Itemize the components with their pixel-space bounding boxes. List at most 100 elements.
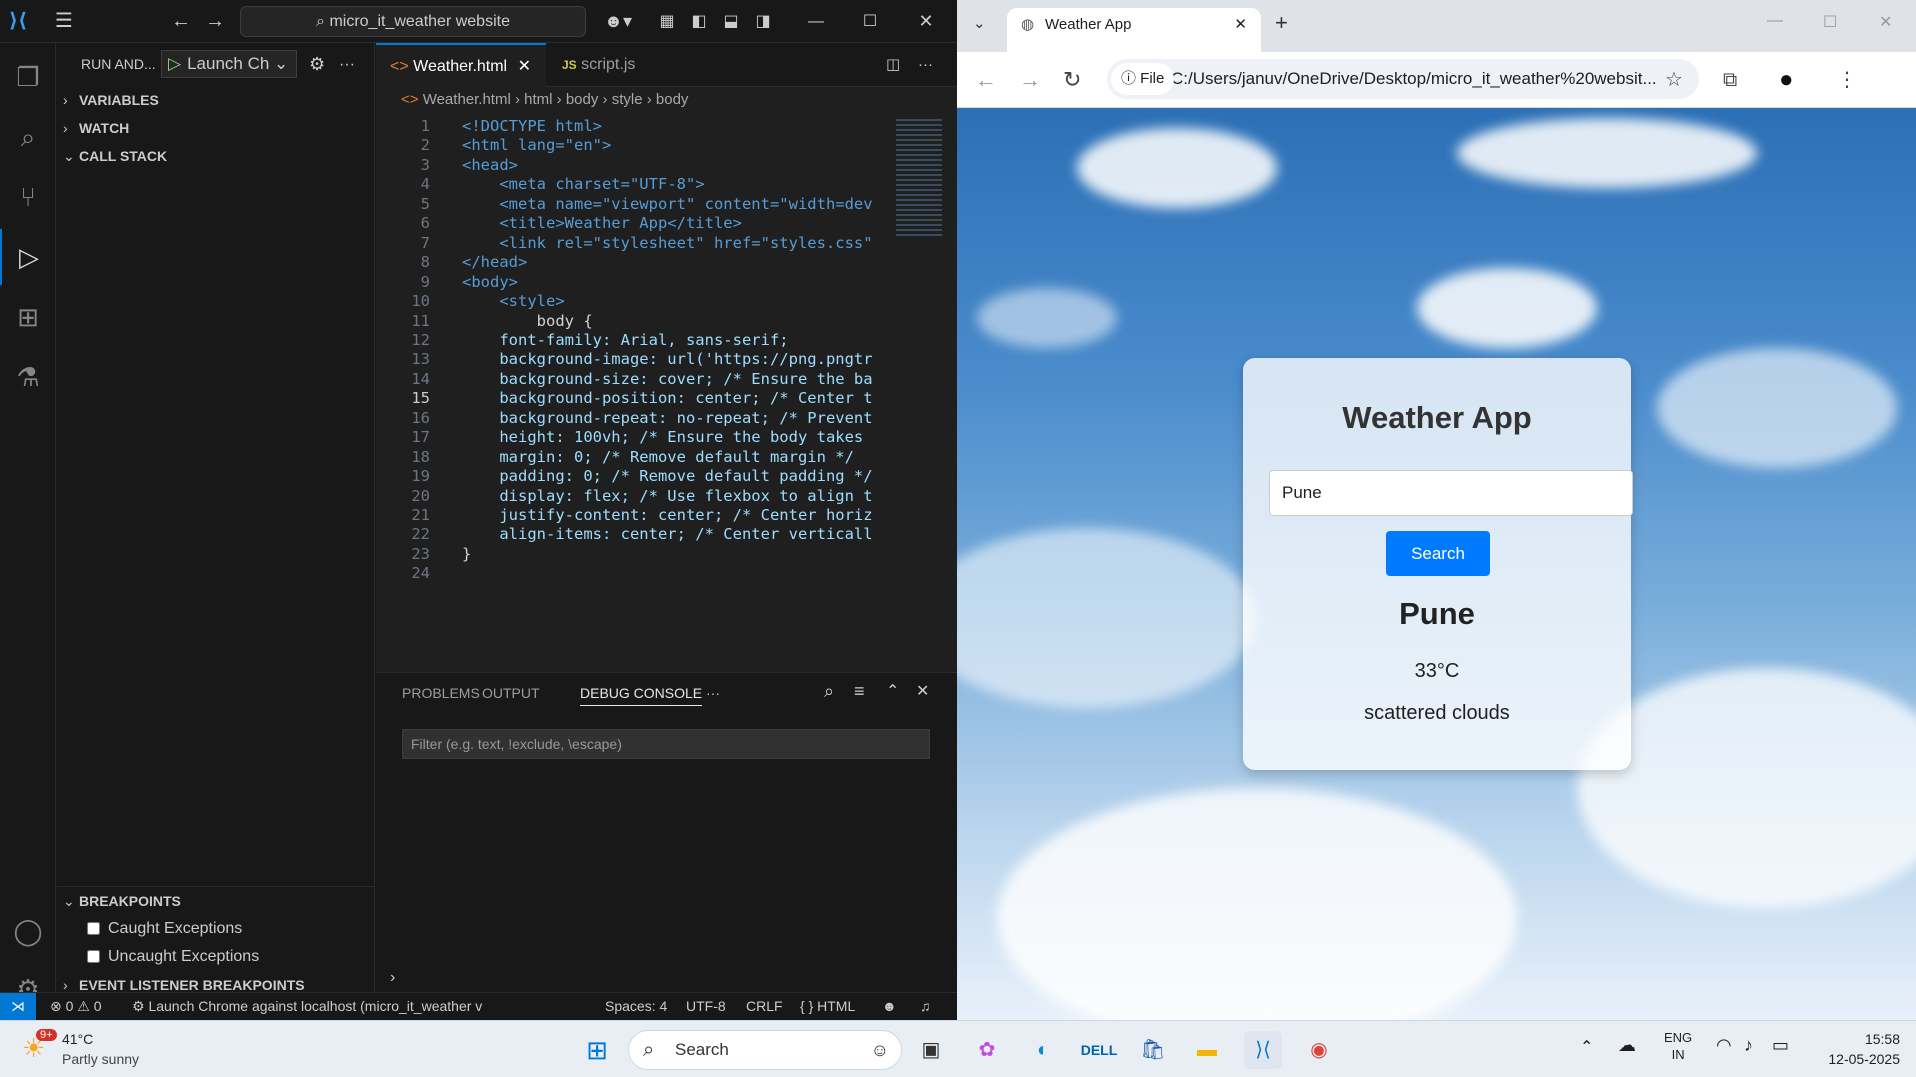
edge-icon[interactable]: ◐: [1024, 1031, 1062, 1069]
file-explorer-icon[interactable]: ▬: [1188, 1031, 1226, 1069]
account-icon[interactable]: ◯: [0, 903, 56, 959]
vscode-taskbar-icon[interactable]: ⟩⟨: [1244, 1031, 1282, 1069]
language-indicator[interactable]: ENG IN: [1664, 1029, 1692, 1063]
dell-icon[interactable]: DELL: [1080, 1031, 1118, 1069]
maximize-panel-icon[interactable]: ⌃: [886, 681, 899, 701]
search-button[interactable]: Search: [1386, 531, 1490, 576]
run-debug-icon[interactable]: ▷: [0, 229, 56, 285]
close-tab-icon[interactable]: ✕: [1234, 8, 1247, 42]
breadcrumb-item[interactable]: html: [524, 91, 552, 108]
code-editor[interactable]: 1 <!DOCTYPE html> 2 <html lang="en"> 3 <head>…: [376, 115, 886, 672]
breakpoints-section[interactable]: ⌄ BREAKPOINTS: [57, 887, 374, 915]
code-line[interactable]: background-image: url('https://png.pngtr: [462, 350, 872, 368]
call-stack-section[interactable]: ⌄ CALL STACK: [57, 142, 374, 170]
clock[interactable]: 15:58 12-05-2025: [1816, 1029, 1900, 1069]
toggle-secondary-sidebar-icon[interactable]: ◨: [750, 0, 776, 43]
minimize-icon[interactable]: —: [1767, 12, 1783, 30]
explorer-icon[interactable]: ❐: [0, 49, 56, 105]
tab-debug-console[interactable]: DEBUG CONSOLE: [580, 685, 703, 706]
language-mode-status[interactable]: { } HTML: [800, 993, 855, 1020]
breakpoint-caught[interactable]: Caught Exceptions: [57, 915, 374, 943]
code-line[interactable]: <style>: [462, 292, 564, 310]
site-info-chip[interactable]: ⓘ File: [1111, 63, 1175, 95]
start-icon[interactable]: ⊞: [578, 1031, 616, 1069]
indentation-status[interactable]: Spaces: 4: [605, 993, 667, 1020]
debug-launch-status[interactable]: ⚙ Launch Chrome against localhost (micro…: [132, 993, 502, 1020]
browser-tab-weather[interactable]: ◍ Weather App ✕: [1007, 8, 1261, 52]
debug-gear-icon[interactable]: ⚙: [309, 43, 325, 86]
tab-problems[interactable]: PROBLEMS: [402, 685, 480, 701]
profile-avatar[interactable]: ●: [1779, 52, 1794, 108]
copilot-status-icon[interactable]: ☻: [882, 993, 897, 1020]
maximize-icon[interactable]: ☐: [1823, 12, 1837, 32]
chrome-taskbar-icon[interactable]: ◉: [1300, 1031, 1338, 1069]
code-line[interactable]: <head>: [462, 156, 518, 174]
layout-icon[interactable]: ▦: [654, 0, 680, 43]
code-line[interactable]: <title>Weather App</title>: [462, 214, 742, 232]
tab-search-icon[interactable]: ⌄: [973, 14, 986, 32]
watch-section[interactable]: › WATCH: [57, 114, 374, 142]
minimize-icon[interactable]: —: [796, 0, 836, 43]
code-line[interactable]: background-position: center; /* Center t: [462, 389, 872, 407]
code-line[interactable]: }: [462, 545, 471, 563]
uncaught-exceptions-checkbox[interactable]: [87, 950, 100, 964]
code-line[interactable]: margin: 0; /* Remove default margin */: [462, 448, 854, 466]
copilot-icon[interactable]: ✿: [968, 1031, 1006, 1069]
wifi-icon[interactable]: ◠: [1716, 1035, 1732, 1056]
tab-script-js[interactable]: JS script.js: [548, 43, 674, 87]
code-line[interactable]: <html lang="en">: [462, 136, 611, 154]
console-prompt-icon[interactable]: ›: [390, 969, 395, 987]
code-line[interactable]: align-items: center; /* Center verticall: [462, 525, 872, 543]
code-line[interactable]: <meta name="viewport" content="width=dev: [462, 195, 872, 213]
notifications-bell-icon[interactable]: ♫: [920, 993, 931, 1020]
launch-config-dropdown[interactable]: ▷ Launch Ch ⌄: [161, 50, 297, 78]
editor-more-icon[interactable]: ···: [918, 43, 933, 87]
start-debugging-icon[interactable]: ▷: [168, 54, 181, 73]
more-actions-icon[interactable]: ···: [339, 43, 355, 86]
code-line[interactable]: background-size: cover; /* Ensure the ba: [462, 370, 872, 388]
eol-status[interactable]: CRLF: [746, 993, 783, 1020]
close-window-icon[interactable]: ✕: [906, 0, 946, 43]
encoding-status[interactable]: UTF-8: [686, 993, 726, 1020]
battery-icon[interactable]: ▭: [1772, 1035, 1789, 1056]
breadcrumb-item[interactable]: body: [566, 91, 599, 108]
code-line[interactable]: padding: 0; /* Remove default padding */: [462, 467, 872, 485]
code-line[interactable]: <meta charset="UTF-8">: [462, 175, 704, 193]
code-line[interactable]: background-repeat: no-repeat; /* Prevent: [462, 409, 872, 427]
panel-more-icon[interactable]: ···: [706, 685, 720, 701]
store-icon[interactable]: 🛍: [1134, 1031, 1172, 1069]
problems-indicator[interactable]: ⊗ 0 ⚠ 0: [50, 993, 102, 1020]
code-line[interactable]: justify-content: center; /* Center horiz: [462, 506, 872, 524]
extensions-icon[interactable]: ⧉: [1723, 52, 1737, 108]
maximize-icon[interactable]: ☐: [850, 0, 890, 43]
remote-icon[interactable]: ⋊: [0, 993, 36, 1020]
chrome-menu-icon[interactable]: ⋮: [1837, 52, 1857, 108]
extensions-icon[interactable]: ⊞: [0, 289, 56, 345]
split-editor-icon[interactable]: ◫: [886, 43, 900, 87]
minimap[interactable]: [894, 115, 957, 672]
variables-section[interactable]: › VARIABLES: [57, 86, 374, 114]
tab-weather-html[interactable]: <> Weather.html ✕: [376, 43, 546, 87]
code-line[interactable]: display: flex; /* Use flexbox to align t: [462, 487, 872, 505]
copilot-icon[interactable]: ☻▾: [600, 0, 636, 43]
forward-icon[interactable]: →: [1019, 52, 1041, 108]
forward-arrow-icon[interactable]: →: [200, 0, 230, 43]
breadcrumb-item[interactable]: style: [612, 91, 643, 108]
code-line[interactable]: <body>: [462, 273, 518, 291]
toggle-sidebar-icon[interactable]: ◧: [686, 0, 712, 43]
search-icon[interactable]: ⌕: [0, 109, 56, 165]
close-tab-icon[interactable]: ✕: [518, 58, 531, 75]
clear-console-icon[interactable]: ≡: [854, 681, 865, 702]
reload-icon[interactable]: ↻: [1063, 52, 1081, 108]
caught-exceptions-checkbox[interactable]: [87, 922, 100, 936]
onedrive-cloud-icon[interactable]: ☁: [1618, 1035, 1636, 1056]
back-arrow-icon[interactable]: ←: [166, 0, 196, 43]
close-window-icon[interactable]: ✕: [1879, 12, 1892, 32]
source-control-icon[interactable]: ⑂: [0, 169, 56, 225]
breadcrumb-item[interactable]: Weather.html: [423, 91, 511, 108]
back-icon[interactable]: ←: [975, 52, 997, 108]
address-bar[interactable]: ⓘ File C:/Users/januv/OneDrive/Desktop/m…: [1107, 59, 1699, 99]
volume-icon[interactable]: ♪: [1744, 1035, 1753, 1056]
close-panel-icon[interactable]: ✕: [916, 681, 929, 701]
tab-output[interactable]: OUTPUT: [482, 685, 540, 701]
